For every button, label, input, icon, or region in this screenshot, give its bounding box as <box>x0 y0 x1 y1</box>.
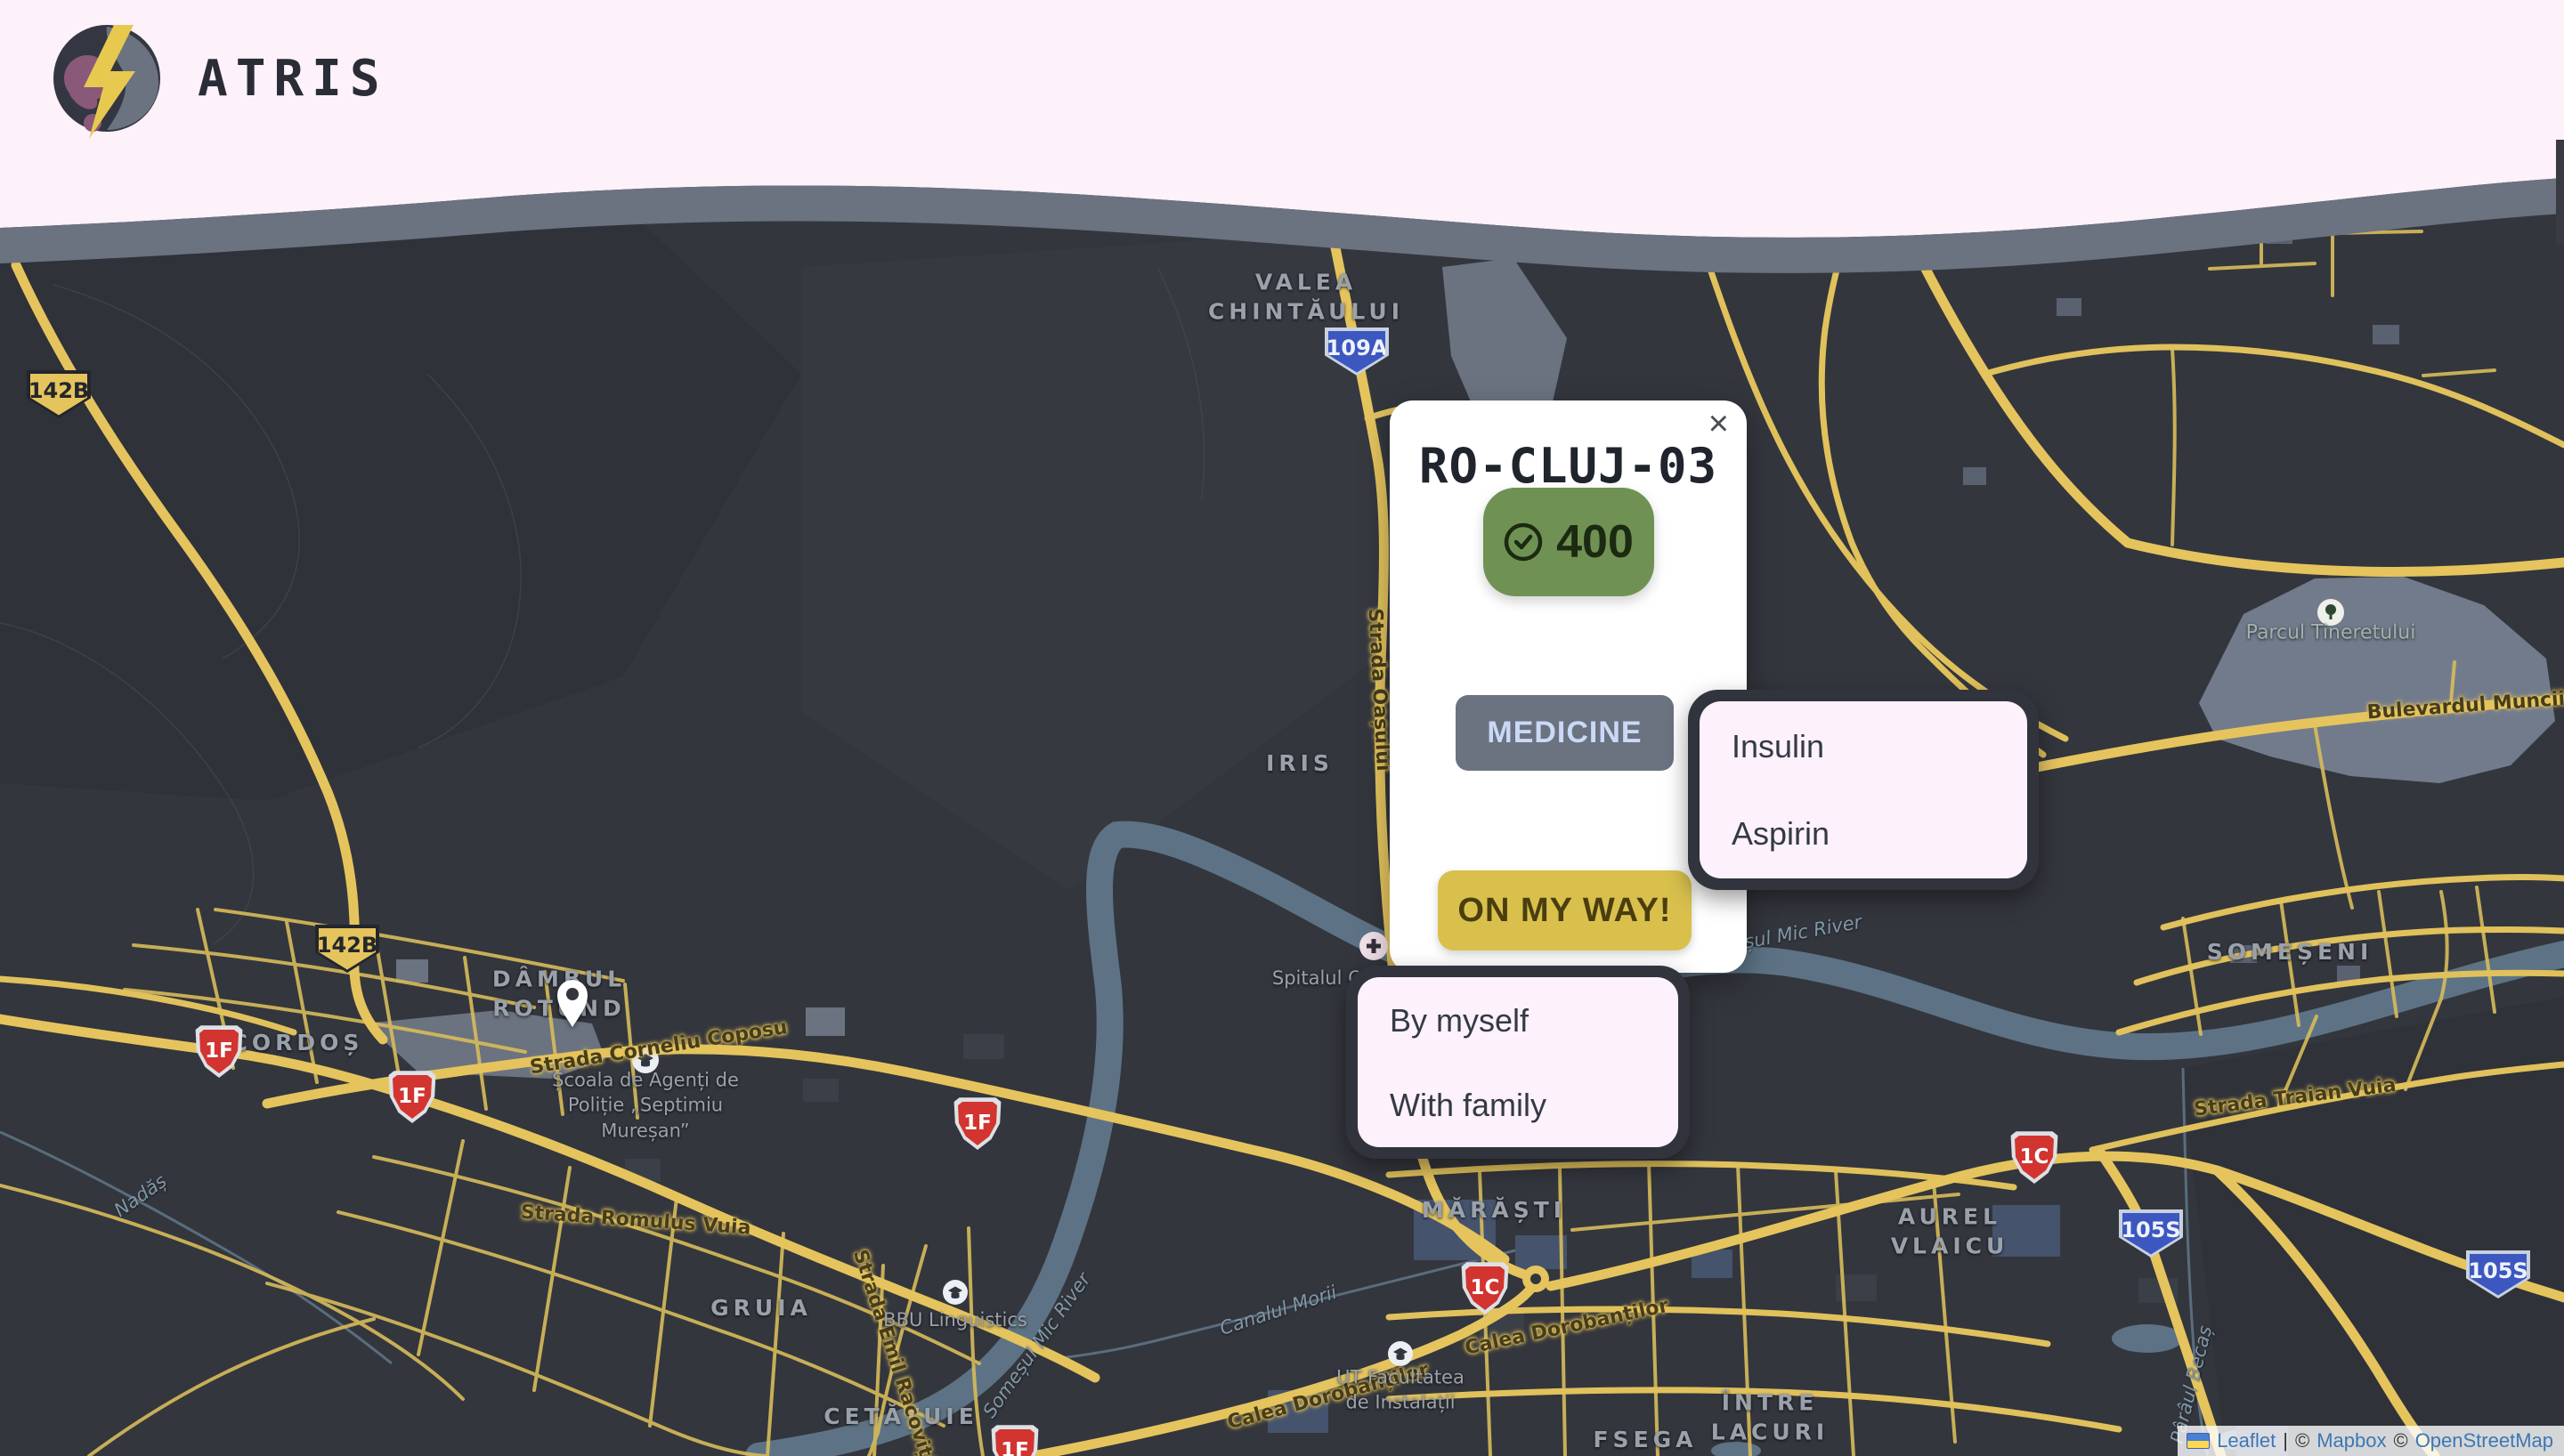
on-my-way-button[interactable]: ON MY WAY! <box>1438 870 1692 950</box>
leaflet-link[interactable]: Leaflet <box>2217 1429 2276 1452</box>
companion-option-with-family[interactable]: With family <box>1390 1064 1678 1148</box>
roundabout <box>1522 1266 1549 1292</box>
openstreetmap-link[interactable]: OpenStreetMap <box>2415 1429 2553 1452</box>
copyright-symbol: © <box>2393 1429 2407 1452</box>
scrollbar-thumb[interactable] <box>2556 140 2564 245</box>
mapbox-link[interactable]: Mapbox <box>2317 1429 2386 1452</box>
medicine-option-insulin[interactable]: Insulin <box>1732 703 2027 790</box>
park-area <box>2199 577 2555 783</box>
station-popup: × RO-CLUJ-03 400 MEDICINE ON MY WAY! <box>1390 400 1747 973</box>
ukraine-flag-icon <box>2187 1433 2210 1449</box>
companion-dropdown: By myself With family <box>1346 966 1690 1159</box>
app-title: ATRIS <box>198 50 388 108</box>
hospital-icon <box>1359 932 1388 960</box>
map-attribution: Leaflet | © Mapbox © OpenStreetMap <box>2178 1426 2564 1456</box>
map-marker-pin[interactable] <box>552 975 593 1032</box>
copyright-symbol: © <box>2295 1429 2309 1452</box>
terrain-patch <box>801 231 1424 890</box>
attribution-separator: | <box>2283 1429 2288 1452</box>
medicine-dropdown: Insulin Aspirin <box>1688 690 2039 890</box>
school-icon <box>1388 1341 1413 1366</box>
capacity-value: 400 <box>1556 515 1634 569</box>
school-icon <box>632 1047 659 1073</box>
capacity-badge: 400 <box>1483 488 1654 596</box>
app-logo <box>52 23 162 141</box>
park-tree-icon <box>2317 599 2344 626</box>
companion-option-by-myself[interactable]: By myself <box>1390 979 1678 1064</box>
school-icon <box>943 1280 968 1305</box>
popup-close-button[interactable]: × <box>1708 404 1729 444</box>
station-id-title: RO-CLUJ-03 <box>1390 400 1747 494</box>
map-graphics <box>0 0 2564 1456</box>
app: VALEA CHINTĂULUIIRISDÂMBUL ROTUNDCORDOȘG… <box>0 0 2564 1456</box>
terrain-patch <box>0 205 801 801</box>
check-circle-icon <box>1503 522 1544 562</box>
medicine-button[interactable]: MEDICINE <box>1456 695 1674 771</box>
map-canvas[interactable]: VALEA CHINTĂULUIIRISDÂMBUL ROTUNDCORDOȘG… <box>0 0 2564 1456</box>
medicine-option-aspirin[interactable]: Aspirin <box>1732 790 2027 878</box>
